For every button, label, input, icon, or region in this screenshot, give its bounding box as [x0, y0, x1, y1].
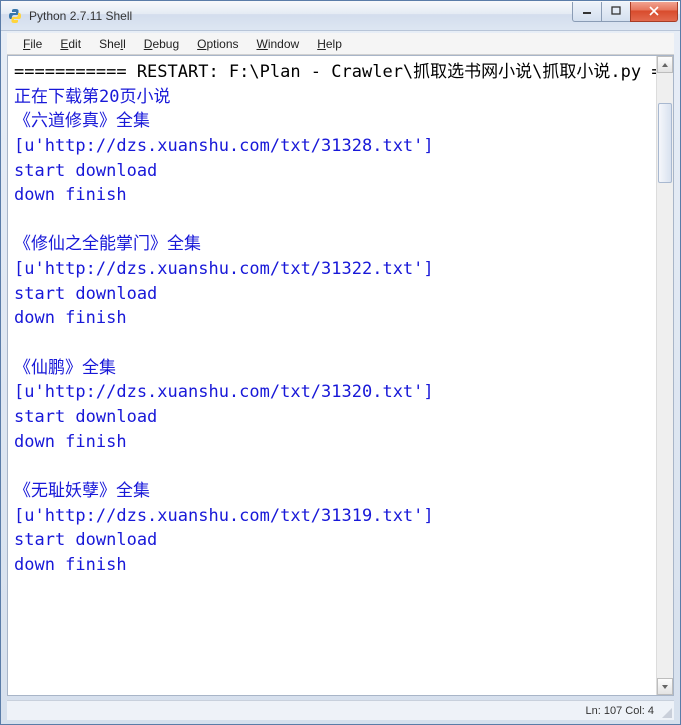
close-button[interactable] [630, 2, 678, 22]
output-line: start download [14, 407, 157, 427]
menu-file[interactable]: File [15, 35, 50, 53]
output-line: [u'http://dzs.xuanshu.com/txt/31319.txt'… [14, 506, 434, 526]
menu-edit[interactable]: Edit [52, 35, 89, 53]
output-line: [u'http://dzs.xuanshu.com/txt/31322.txt'… [14, 259, 434, 279]
output-line: [u'http://dzs.xuanshu.com/txt/31328.txt'… [14, 136, 434, 156]
app-window: Python 2.7.11 Shell File Edit Shell Debu… [0, 0, 681, 725]
output-line: start download [14, 284, 157, 304]
output-line: 《无耻妖孽》全集 [14, 481, 150, 501]
scroll-down-button[interactable] [657, 678, 673, 695]
output-line: down finish [14, 308, 127, 328]
output-line: start download [14, 161, 157, 181]
output-line: down finish [14, 432, 127, 452]
resize-grip-icon[interactable] [660, 706, 672, 718]
output-line: start download [14, 530, 157, 550]
menu-options[interactable]: Options [189, 35, 246, 53]
menu-help[interactable]: Help [309, 35, 350, 53]
scroll-up-button[interactable] [657, 56, 673, 73]
client-area: =========== RESTART: F:\Plan - Crawler\抓… [7, 55, 674, 696]
menu-debug[interactable]: Debug [136, 35, 187, 53]
titlebar[interactable]: Python 2.7.11 Shell [1, 1, 680, 31]
menu-shell[interactable]: Shell [91, 35, 134, 53]
window-controls [573, 2, 678, 22]
window-title: Python 2.7.11 Shell [29, 9, 573, 23]
shell-output[interactable]: =========== RESTART: F:\Plan - Crawler\抓… [8, 56, 656, 695]
output-line: 正在下载第20页小说 [14, 87, 170, 107]
menu-window[interactable]: Window [249, 35, 308, 53]
scroll-track[interactable] [657, 73, 673, 678]
minimize-button[interactable] [572, 2, 602, 22]
output-line: 《仙鹏》全集 [14, 358, 116, 378]
statusbar: Ln: 107 Col: 4 [7, 700, 674, 720]
output-line: [u'http://dzs.xuanshu.com/txt/31320.txt'… [14, 382, 434, 402]
maximize-button[interactable] [601, 2, 631, 22]
restart-line: =========== RESTART: F:\Plan - Crawler\抓… [14, 62, 656, 82]
vertical-scrollbar[interactable] [656, 56, 673, 695]
python-icon [7, 8, 23, 24]
scroll-thumb[interactable] [658, 103, 672, 183]
output-line: down finish [14, 555, 127, 575]
output-line: down finish [14, 185, 127, 205]
cursor-position: Ln: 107 Col: 4 [586, 705, 655, 717]
menubar: File Edit Shell Debug Options Window Hel… [7, 33, 674, 55]
output-line: 《修仙之全能掌门》全集 [14, 234, 201, 254]
output-line: 《六道修真》全集 [14, 111, 150, 131]
